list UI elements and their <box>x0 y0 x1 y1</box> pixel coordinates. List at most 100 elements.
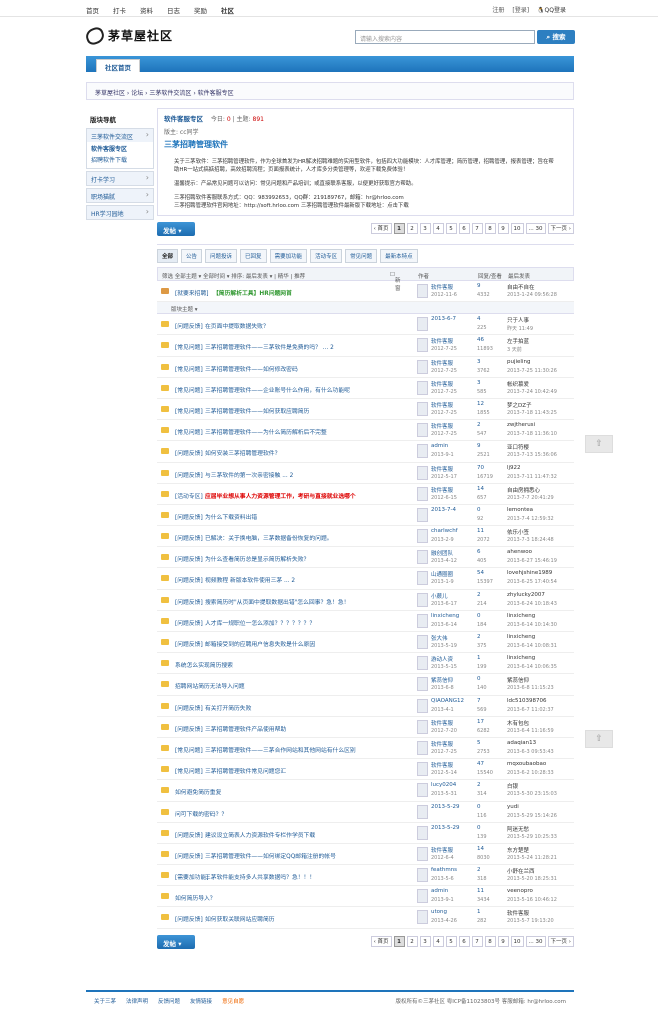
thread-title[interactable]: 三茅招聘管理软件——企业账号什么作用，有什么功能呢 <box>205 385 350 394</box>
nav-community[interactable]: 社区 <box>221 5 234 15</box>
thread-author[interactable]: 软件客服 <box>431 719 453 727</box>
nav-home[interactable]: 首页 <box>86 5 99 15</box>
thread-author[interactable]: 软件客服 <box>431 401 453 409</box>
last-poster[interactable]: veenopro <box>507 888 533 894</box>
page-link[interactable]: 5 <box>445 223 457 234</box>
avatar[interactable] <box>417 889 428 904</box>
avatar[interactable] <box>417 401 428 416</box>
thread-tag[interactable]: [问题反馈] <box>175 533 203 542</box>
table-row[interactable]: [常见问题] 三茅招聘管理软件——企业账号什么作用，有什么功能呢 软件客服 2012-… <box>157 378 574 399</box>
last-poster[interactable]: 梦之DZ子 <box>507 401 532 409</box>
thread-title[interactable]: 问可下载的密码？？ <box>175 809 227 818</box>
table-row[interactable]: [问题反馈] 为什么下载资料出错 2013-7-4 0 92 lemontea 2013-7… <box>157 505 574 527</box>
breadcrumb[interactable]: 茅草屋社区 › 论坛 › 三茅软件交流区 › 软件客服专区 <box>86 82 574 100</box>
thread-author[interactable]: 软件客服 <box>431 740 453 748</box>
nav-checkin[interactable]: 打卡 <box>113 5 126 15</box>
filter-tab[interactable]: 常见问题 <box>345 249 378 263</box>
thread-title[interactable]: 视频教程 新版本软件使用三茅 ... 2 <box>205 575 295 584</box>
arrow-up-icon[interactable]: ⇧ <box>585 435 613 453</box>
thread-title[interactable]: 如何获取关联网站应聘简历 <box>205 914 275 923</box>
filter-tab[interactable]: 最新本特点 <box>380 249 418 263</box>
last-poster[interactable]: lemontea <box>507 507 533 513</box>
thread-author[interactable]: 软件客服 <box>431 283 453 291</box>
thread-tag[interactable]: [常见问题] <box>175 766 203 775</box>
table-row[interactable]: [问题反馈] 三茅招聘管理软件产品使用帮助 软件客服 2012-7-20 17 6282 木… <box>157 717 574 738</box>
thread-author[interactable]: admin <box>431 443 448 449</box>
last-poster[interactable]: 自由不自在 <box>507 283 535 291</box>
thread-author[interactable]: 2013-5-29 <box>431 825 459 831</box>
last-poster[interactable]: 小舒在兰西 <box>507 867 535 875</box>
page-link[interactable]: 2 <box>406 935 418 947</box>
thread-tag[interactable]: [常见问题] <box>175 406 203 415</box>
avatar[interactable] <box>417 317 428 332</box>
thread-title[interactable]: 在页面中提取数据失败？ <box>205 321 269 330</box>
table-row[interactable]: [问题反馈] 有关打开简历失败 QIAOANG12 2013-4-1 7 569 ldc51… <box>157 696 574 717</box>
thread-title[interactable]: 如何避免简历重复 <box>175 787 221 796</box>
page-link[interactable]: 7 <box>471 935 483 947</box>
page-link[interactable]: 下一页 › <box>547 935 574 947</box>
avatar[interactable] <box>417 846 428 861</box>
nav-rewards[interactable]: 奖励 <box>194 5 207 15</box>
avatar[interactable] <box>417 804 428 819</box>
avatar[interactable] <box>417 762 428 777</box>
thread-tag[interactable]: [常见问题] <box>175 385 203 394</box>
table-row[interactable]: 问可下载的密码？？ 2013-5-29 0 116 yudi 2013-5-29 15:1… <box>157 802 574 823</box>
tab-community-home[interactable]: 社区首页 <box>96 59 140 72</box>
avatar[interactable] <box>417 338 428 353</box>
avatar[interactable] <box>417 359 428 374</box>
last-poster[interactable]: linxicheng <box>507 613 535 619</box>
avatar[interactable] <box>417 529 428 544</box>
table-row[interactable]: [问题反馈] 三茅招聘管理软件——如何绑定QQ邮箱注册的帐号 软件客服 2012-6-… <box>157 844 574 866</box>
search-input[interactable]: 请输入搜索内容 <box>355 30 535 44</box>
page-link[interactable]: 4 <box>432 935 444 947</box>
table-row[interactable]: [问题反馈] 如何获取关联网站应聘简历 utong 2013-4-26 1 282 软件客服… <box>157 907 574 929</box>
thread-author[interactable]: 紫蕊信仰 <box>431 676 453 684</box>
last-poster[interactable]: 依乐小签 <box>507 528 529 536</box>
search-button[interactable]: ⌕ 搜索 <box>537 30 575 44</box>
sidebar-item-download[interactable]: 招聘软件下载 <box>91 155 149 166</box>
last-poster[interactable]: zhylucky2007 <box>507 592 545 598</box>
thread-tag[interactable]: [问题反馈] <box>175 851 203 860</box>
table-row[interactable]: [活动专区] 应届毕业想从事人力资源管理工作，考研与直接就业选哪个 软件客服 2012… <box>157 484 574 505</box>
thread-title[interactable]: 为什么查看简历总是显示简历解析失败？ <box>205 554 309 563</box>
post-button[interactable]: 发帖 ▾ <box>157 222 195 236</box>
thread-author[interactable]: 软件客服 <box>431 337 453 345</box>
last-poster[interactable]: 帐织慕爱 <box>507 380 529 388</box>
thread-author[interactable]: utong <box>431 909 447 915</box>
new-window-toggle[interactable]: ☐ 新窗 <box>390 272 400 292</box>
avatar[interactable] <box>417 613 428 628</box>
table-row[interactable]: [需要加功能] 三茅软件能支持多人共享数据吗？急！！！ feathmns 2013-5… <box>157 865 574 887</box>
thread-title[interactable]: 应届毕业想从事人力资源管理工作，考研与直接就业选哪个 <box>205 491 356 500</box>
thread-author[interactable]: QIAOANG12 <box>431 698 464 704</box>
table-row[interactable]: [问题反馈] 视频教程 新版本软件使用三茅 ... 2 山通圈圈 2013-1-9 54… <box>157 568 574 590</box>
thread-author[interactable]: 软件客服 <box>431 465 453 473</box>
sort-options[interactable]: 筛选 全部主题 ▾ 全部时间 ▾ 排序: 最后发表 ▾ | 精华 | 推荐 <box>162 272 305 280</box>
moderator[interactable]: 版主: cc同学 <box>164 127 567 136</box>
thread-tag[interactable]: [问题反馈] <box>175 639 203 648</box>
thread-tag[interactable]: [问题反馈] <box>175 830 203 839</box>
avatar[interactable] <box>417 656 428 671</box>
avatar[interactable] <box>417 444 428 459</box>
filter-tab[interactable]: 需要加功能 <box>269 249 308 263</box>
thread-author[interactable]: 软件客服 <box>431 761 453 769</box>
table-row[interactable]: 如何避免简历重复 lucy0204 2013-5-31 2 314 白银 2013-5-30… <box>157 780 574 802</box>
page-link[interactable]: 7 <box>471 223 483 234</box>
last-poster[interactable]: lovehjshine1989 <box>507 570 552 576</box>
table-row[interactable]: [问题反馈] 已解决：关于换电脑，三茅数据备份恢复的问题。 charlwchf 201… <box>157 526 574 548</box>
post-button-bottom[interactable]: 发帖 ▾ <box>157 934 195 949</box>
sidebar-item-workplace[interactable]: 职场猫腻 <box>87 189 153 202</box>
page-link[interactable]: 9 <box>497 935 509 947</box>
footer-link[interactable]: 友情链接 <box>190 997 212 1005</box>
last-poster[interactable]: mqxoubaobao <box>507 761 546 767</box>
page-link[interactable]: 8 <box>484 223 496 234</box>
avatar[interactable] <box>417 423 428 438</box>
thread-tag[interactable]: [问题反馈] <box>175 618 203 627</box>
page-link[interactable]: 2 <box>406 223 418 234</box>
avatar[interactable] <box>417 592 428 607</box>
thread-tag[interactable]: [常见问题] <box>175 427 203 436</box>
table-row[interactable]: [问题反馈] 搜索简历时"从页面中提取数据出错"怎么回事？急！急！ 小蕨儿 2013-… <box>157 590 574 611</box>
thread-title[interactable]: 搜索简历时"从页面中提取数据出错"怎么回事？急！急！ <box>205 597 349 606</box>
thread-author[interactable]: 2013-5-29 <box>431 804 459 810</box>
thread-author[interactable]: 2013-6-7 <box>431 316 456 322</box>
sidebar-item-software[interactable]: 三茅软件交流区 <box>87 129 153 142</box>
